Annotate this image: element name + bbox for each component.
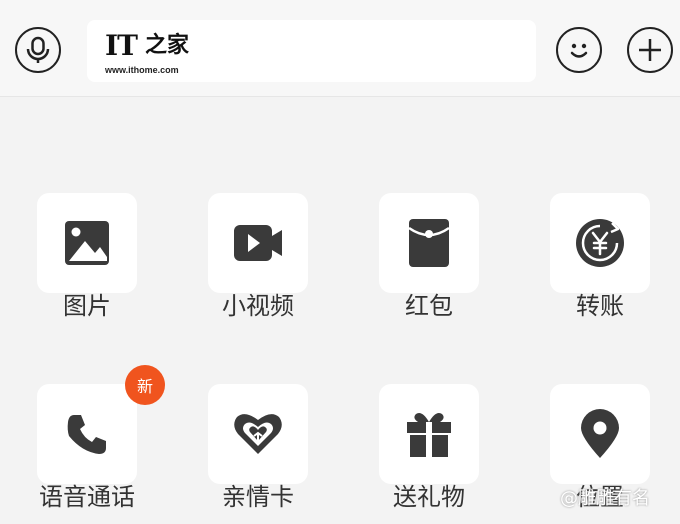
new-badge: 新: [125, 365, 165, 405]
location-pin-icon: [581, 409, 619, 458]
red-packet-tile[interactable]: [379, 193, 479, 293]
logo-han-text: 之家: [145, 33, 190, 58]
smiley-icon: [570, 43, 588, 58]
emoji-button[interactable]: [556, 27, 602, 73]
microphone-icon: [26, 36, 50, 63]
transfer-tile[interactable]: [550, 193, 650, 293]
image-icon: [65, 221, 109, 265]
watermark: @雕雕有名: [560, 488, 650, 509]
video-label: 小视频: [222, 292, 294, 320]
red-packet-label: 红包: [405, 292, 453, 320]
logo-url-text: www.ithome.com: [105, 65, 179, 75]
gift-icon: [407, 413, 451, 457]
heart-card-icon: [234, 414, 282, 454]
plus-icon: [639, 39, 661, 61]
image-label: 图片: [63, 292, 111, 320]
more-button[interactable]: [627, 27, 673, 73]
location-tile[interactable]: [550, 384, 650, 484]
gift-label: 送礼物: [393, 483, 465, 511]
family-card-tile[interactable]: [208, 384, 308, 484]
gift-tile[interactable]: [379, 384, 479, 484]
logo-it-text: IT: [105, 29, 138, 62]
video-tile[interactable]: [208, 193, 308, 293]
family-card-label: 亲情卡: [222, 483, 294, 511]
phone-icon: [67, 415, 106, 454]
voice-call-tile[interactable]: [37, 384, 137, 484]
input-toolbar: IT 之家 www.ithome.com: [0, 0, 680, 97]
voice-input-button[interactable]: [15, 27, 61, 73]
transfer-label: 转账: [576, 292, 624, 320]
voice-call-label: 语音通话: [39, 483, 135, 511]
red-packet-icon: [408, 219, 450, 267]
image-tile[interactable]: [37, 193, 137, 293]
yuan-transfer-icon: [576, 219, 624, 267]
ithome-logo: IT 之家 www.ithome.com: [105, 29, 205, 76]
message-input[interactable]: IT 之家 www.ithome.com: [87, 20, 536, 82]
video-camera-icon: [234, 225, 282, 261]
